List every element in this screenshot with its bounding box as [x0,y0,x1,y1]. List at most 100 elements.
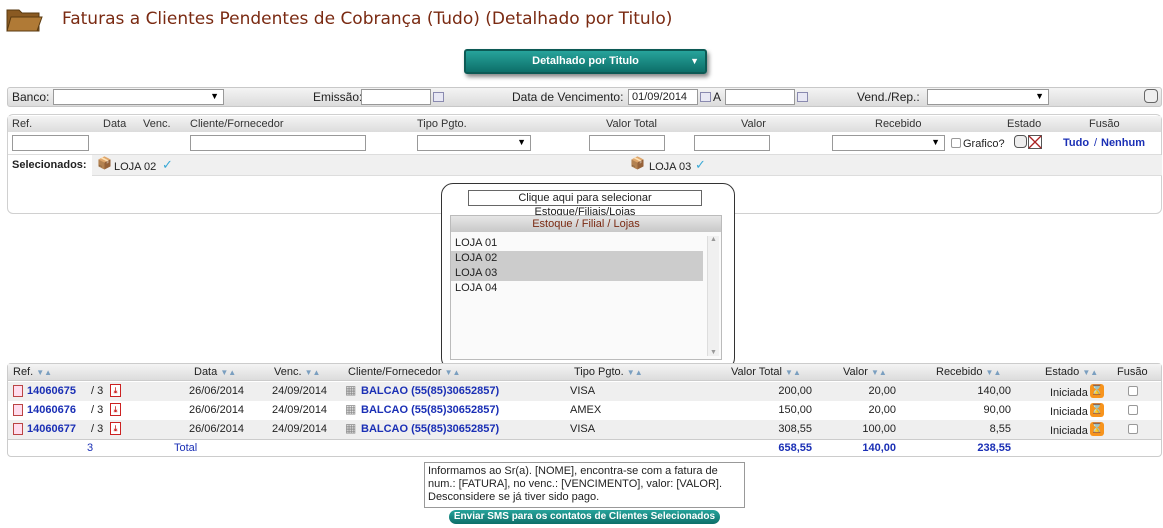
totals-row: 3 Total 658,55 140,00 238,55 [8,439,1161,456]
col-header-fusao: Fusão [1117,366,1148,378]
vencimento-from-input[interactable]: 01/09/2014 [628,89,698,105]
col-header-ref[interactable]: Ref. ▼▲ [13,366,52,378]
sort-icon[interactable]: ▼▲ [1082,368,1098,377]
col-header-venc[interactable]: Venc. ▼▲ [274,366,320,378]
total-valor-total: 658,55 [778,442,812,454]
view-mode-dropdown[interactable]: Detalhado por Titulo ▼ [464,49,707,74]
document-icon[interactable] [13,404,23,416]
scrollbar[interactable]: ▲ ▼ [707,236,719,356]
chevron-down-icon: ▼ [690,56,699,66]
pdf-icon[interactable]: ⤓ [110,403,121,416]
store-option[interactable]: LOJA 01 [451,236,703,251]
vend-label: Vend./Rep.: [857,90,920,104]
store-icon: ▦ [345,421,357,435]
document-icon[interactable] [13,423,23,435]
col-header-valor-total[interactable]: Valor Total ▼▲ [731,366,801,378]
ref-link[interactable]: 14060675 [27,385,76,397]
col-header-estado[interactable]: Estado ▼▲ [1045,366,1098,378]
total-valor: 140,00 [862,442,896,454]
ref-link[interactable]: 14060676 [27,404,76,416]
recebido-cell: 140,00 [977,385,1011,397]
tipo-filter-select[interactable]: ▼ [417,135,531,151]
vend-select[interactable]: ▼ [927,89,1049,105]
estado-all-button[interactable] [1014,135,1027,148]
sort-icon[interactable]: ▼▲ [986,368,1002,377]
select-stores-button[interactable]: Clique aqui para selecionar Estoque/Fili… [468,190,702,218]
table-row[interactable]: 14060676 / 3 ⤓ 26/06/2014 24/09/2014 ▦ BALCAO … [8,401,1161,420]
sort-icon[interactable]: ▼▲ [220,368,236,377]
col-header-tipo[interactable]: Tipo Pgto. ▼▲ [574,366,643,378]
grafico-checkbox[interactable] [951,138,961,148]
store-option[interactable]: LOJA 04 [451,281,703,296]
vencimento-to-input[interactable] [725,89,795,105]
fusao-checkbox[interactable] [1128,405,1138,415]
data-cell: 26/06/2014 [189,404,245,416]
tipo-cell: VISA [570,385,596,397]
sms-message-textarea[interactable]: Informamos ao Sr(a). [NOME], encontra-se… [424,462,745,508]
col-header-recebido[interactable]: Recebido ▼▲ [936,366,1001,378]
scroll-down-icon[interactable]: ▼ [708,349,719,356]
store-listbox[interactable]: Estoque / Filial / Lojas LOJA 01 LOJA 02 L… [450,215,722,360]
cliente-filter-input[interactable] [190,135,366,151]
sort-icon[interactable]: ▼▲ [36,368,52,377]
calendar-icon[interactable] [433,92,444,102]
total-recebido: 238,55 [977,442,1011,454]
valor-cell: 100,00 [862,423,896,435]
store-option[interactable]: LOJA 03 [451,266,703,281]
estado-cell: Iniciada [1050,387,1088,399]
fusao-checkbox[interactable] [1128,424,1138,434]
toggle-filters-button[interactable] [1144,89,1158,103]
calendar-icon[interactable] [797,92,808,102]
col-header-cliente[interactable]: Cliente/Fornecedor ▼▲ [348,366,460,378]
estado-cell: Iniciada [1050,406,1088,418]
ref-filter-input[interactable] [12,135,89,151]
emissao-input[interactable] [361,89,431,105]
banco-label: Banco: [12,90,50,104]
estado-icon[interactable]: ⌛ [1090,384,1104,398]
cliente-link[interactable]: BALCAO (55(85)30652857) [361,404,499,416]
calendar-icon[interactable] [700,92,711,102]
header-text: Ref. [13,366,34,378]
sort-icon[interactable]: ▼▲ [871,368,887,377]
table-row[interactable]: 14060677 / 3 ⤓ 26/06/2014 24/09/2014 ▦ BALCAO … [8,420,1161,439]
cliente-link[interactable]: BALCAO (55(85)30652857) [361,423,499,435]
check-icon: ✓ [162,157,173,172]
chevron-down-icon: ▼ [931,137,940,147]
table-row[interactable]: 14060675 / 3 ⤓ 26/06/2014 24/09/2014 ▦ BALCAO … [8,382,1161,401]
store-icon: ▦ [345,383,357,397]
col-header-data: Data [103,118,127,130]
scroll-up-icon[interactable]: ▲ [708,236,719,243]
estado-icon[interactable]: ⌛ [1090,422,1104,436]
results-header: Ref. ▼▲ Data ▼▲ Venc. ▼▲ Cliente/Fornece… [8,364,1161,381]
pdf-icon[interactable]: ⤓ [110,384,121,397]
col-header-valor[interactable]: Valor ▼▲ [843,366,887,378]
banco-select[interactable]: ▼ [53,89,224,105]
recebido-filter-select[interactable]: ▼ [832,135,945,151]
parcel-count: / 3 [91,404,104,416]
col-header-fusao: Fusão [1089,118,1120,130]
valor-cell: 20,00 [868,385,896,397]
col-header-data[interactable]: Data ▼▲ [194,366,236,378]
valor-filter-input[interactable] [694,135,770,151]
sort-icon[interactable]: ▼▲ [305,368,321,377]
fusao-checkbox[interactable] [1128,386,1138,396]
pdf-icon[interactable]: ⤓ [110,422,121,435]
col-header-ref: Ref. [12,118,33,130]
cliente-link[interactable]: BALCAO (55(85)30652857) [361,385,499,397]
header-text: Cliente/Fornecedor [348,366,442,378]
select-none-link[interactable]: Nenhum [1101,137,1145,149]
store-option[interactable]: LOJA 02 [451,251,703,266]
store-icon: 📦 [630,156,645,170]
document-icon[interactable] [13,385,23,397]
sort-icon[interactable]: ▼▲ [627,368,643,377]
header-text: Recebido [936,366,983,378]
estado-none-icon[interactable] [1028,135,1042,149]
chevron-down-icon: ▼ [1035,91,1044,101]
ref-link[interactable]: 14060677 [27,423,76,435]
estado-icon[interactable]: ⌛ [1090,403,1104,417]
valor-total-filter-input[interactable] [589,135,665,151]
send-sms-button[interactable]: Enviar SMS para os contatos de Clientes … [449,510,720,524]
select-all-link[interactable]: Tudo [1063,137,1089,149]
sort-icon[interactable]: ▼▲ [445,368,461,377]
sort-icon[interactable]: ▼▲ [785,368,801,377]
